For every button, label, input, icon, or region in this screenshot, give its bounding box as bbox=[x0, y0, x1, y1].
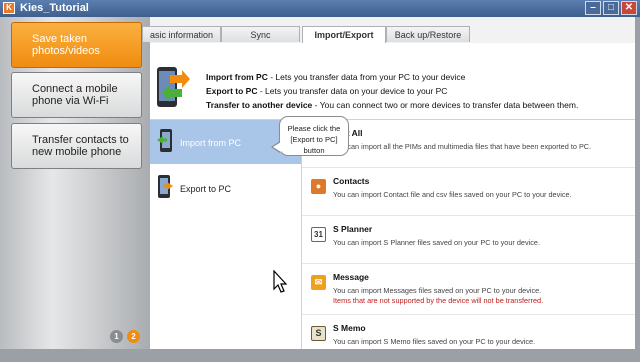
list-item-warning: Items that are not supported by the devi… bbox=[333, 296, 544, 305]
sidebar-item-label: Transfer contacts to new mobile phone bbox=[32, 134, 129, 158]
list-item-s-memo[interactable]: S S Memo You can import S Memo files sav… bbox=[302, 315, 635, 362]
list-item-message[interactable]: ✉ Message You can import Messages files … bbox=[302, 264, 635, 315]
window-title: Kies_Tutorial bbox=[20, 2, 89, 14]
transfer-icon bbox=[157, 67, 190, 107]
tab-basic-information[interactable]: asic information bbox=[142, 26, 221, 42]
menu-item-label: Import from PC bbox=[180, 138, 242, 148]
contacts-icon: ● bbox=[311, 179, 326, 194]
header-descriptions: Import from PC - Lets you transfer data … bbox=[206, 70, 578, 112]
calendar-icon: 31 bbox=[311, 227, 326, 242]
sidebar-item-label: Connect a mobile phone via Wi-Fi bbox=[32, 83, 118, 107]
list-item-import-all[interactable]: port All You can import all the PIMs and… bbox=[302, 120, 635, 168]
minimize-button[interactable]: – bbox=[585, 1, 601, 15]
mouse-pointer-icon bbox=[273, 270, 287, 293]
list-item-title: Contacts bbox=[333, 176, 370, 186]
main-panel: asic information Sync Import/Export Back… bbox=[142, 17, 635, 349]
message-icon: ✉ bbox=[311, 275, 326, 290]
list-item-desc: You can import S Planner files saved on … bbox=[333, 238, 540, 247]
sidebar-item-wifi[interactable]: Connect a mobile phone via Wi-Fi bbox=[11, 72, 142, 118]
close-button[interactable]: ✕ bbox=[621, 1, 637, 15]
list-item-title: S Planner bbox=[333, 224, 373, 234]
list-item-contacts[interactable]: ● Contacts You can import Contact file a… bbox=[302, 168, 635, 216]
header-line-import: Import from PC - Lets you transfer data … bbox=[206, 72, 466, 82]
sidebar-item-label: Save taken photos/videos bbox=[32, 33, 100, 57]
memo-icon: S bbox=[311, 326, 326, 341]
sidebar-item-transfer-contacts[interactable]: Transfer contacts to new mobile phone bbox=[11, 123, 142, 169]
tab-backup-restore[interactable]: Back up/Restore bbox=[386, 26, 470, 42]
sidebar-item-save-photos[interactable]: Save taken photos/videos bbox=[11, 22, 142, 68]
list-item-desc: You can import Messages files saved on y… bbox=[333, 286, 542, 295]
app-icon: K bbox=[3, 2, 15, 14]
export-phone-icon bbox=[158, 175, 173, 198]
import-options-list: port All You can import all the PIMs and… bbox=[302, 120, 635, 349]
import-phone-icon bbox=[157, 129, 172, 152]
header-line-transfer: Transfer to another device - You can con… bbox=[206, 100, 579, 110]
tab-import-export[interactable]: Import/Export bbox=[302, 26, 386, 43]
list-item-s-planner[interactable]: 31 S Planner You can import S Planner fi… bbox=[302, 216, 635, 264]
header-line-export: Export to PC - Lets you transfer data on… bbox=[206, 86, 448, 96]
list-item-desc: You can import all the PIMs and multimed… bbox=[333, 142, 592, 151]
tooltip-line-2: [Export to PC] button bbox=[290, 135, 338, 155]
import-export-header: Import from PC - Lets you transfer data … bbox=[150, 43, 635, 120]
tab-sync[interactable]: Sync bbox=[221, 26, 300, 42]
tutorial-tooltip: Please click the [Export to PC] button bbox=[271, 116, 349, 156]
maximize-button[interactable]: □ bbox=[603, 1, 619, 15]
list-item-title: S Memo bbox=[333, 323, 366, 333]
page-indicator: 1 2 bbox=[110, 330, 140, 343]
menu-item-label: Export to PC bbox=[180, 184, 232, 194]
list-item-title: Message bbox=[333, 272, 369, 282]
page-2-button[interactable]: 2 bbox=[127, 330, 140, 343]
window-controls: – □ ✕ bbox=[585, 1, 637, 15]
list-item-desc: You can import S Memo files saved on you… bbox=[333, 337, 536, 346]
menu-item-export-to-pc[interactable]: Export to PC bbox=[150, 166, 301, 210]
list-item-desc: You can import Contact file and csv file… bbox=[333, 190, 572, 199]
tooltip-line-1: Please click the bbox=[287, 124, 341, 133]
page-1-button[interactable]: 1 bbox=[110, 330, 123, 343]
tutorial-sidebar: Save taken photos/videos Connect a mobil… bbox=[0, 17, 150, 349]
tab-bar: asic information Sync Import/Export Back… bbox=[142, 26, 635, 44]
title-bar: K Kies_Tutorial – □ ✕ bbox=[0, 0, 640, 17]
